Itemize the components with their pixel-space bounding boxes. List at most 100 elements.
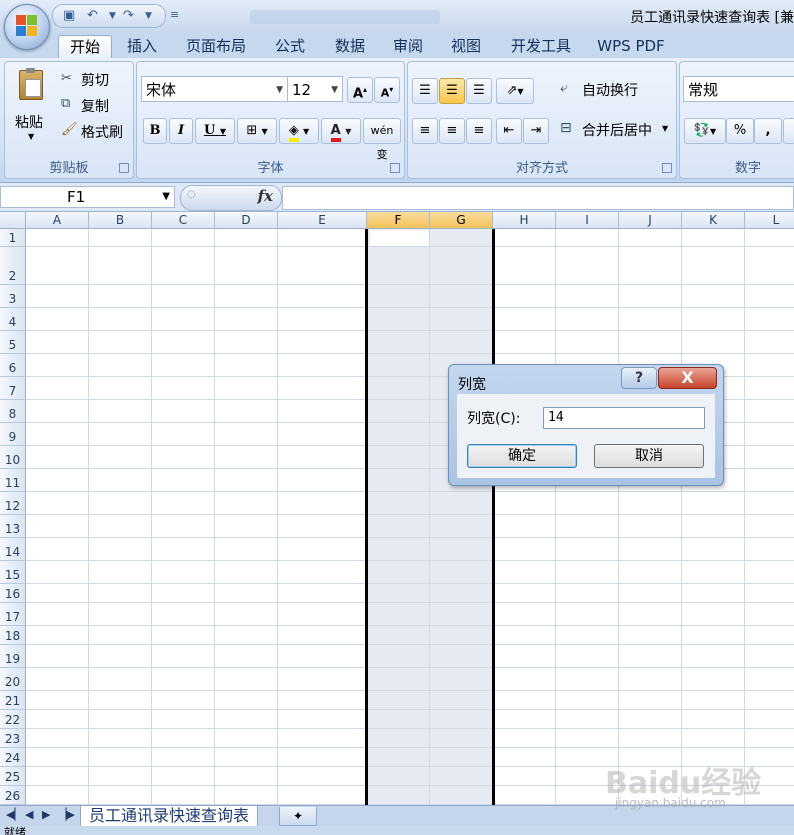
first-sheet-icon[interactable]: ◀▏ — [6, 808, 23, 821]
column-width-input[interactable]: 14 — [543, 407, 705, 429]
shrink-font-button[interactable]: A▾ — [374, 77, 400, 103]
undo-icon[interactable]: ↶ — [87, 8, 98, 23]
column-header-g[interactable]: G — [430, 212, 493, 229]
comma-button[interactable]: , — [754, 118, 782, 144]
insert-function-icon[interactable]: fx — [258, 187, 273, 205]
help-button[interactable]: ? — [621, 367, 657, 389]
office-button[interactable] — [4, 4, 50, 50]
row-header-23[interactable]: 23 — [0, 729, 26, 748]
tab-review[interactable]: 审阅 — [384, 35, 432, 58]
redo-dropdown-icon[interactable]: ▼ — [145, 11, 152, 21]
bold-button[interactable]: B — [143, 118, 167, 144]
row-header-10[interactable]: 10 — [0, 446, 26, 469]
column-header-f[interactable]: F — [367, 212, 430, 229]
name-box[interactable]: F1 ▼ — [0, 186, 175, 208]
selected-column-g[interactable] — [430, 229, 493, 805]
paste-button[interactable]: 粘贴 ▼ — [9, 66, 53, 148]
column-header-b[interactable]: B — [89, 212, 152, 229]
row-header-17[interactable]: 17 — [0, 603, 26, 626]
tab-insert[interactable]: 插入 — [118, 35, 166, 58]
tab-view[interactable]: 视图 — [442, 35, 490, 58]
formula-input[interactable] — [282, 186, 794, 210]
customize-icon[interactable]: ≡ — [170, 8, 179, 21]
clipboard-launcher-icon[interactable] — [119, 163, 129, 173]
next-sheet-icon[interactable]: ▶ — [42, 808, 50, 821]
row-header-21[interactable]: 21 — [0, 691, 26, 710]
align-right-button[interactable]: ≡ — [466, 118, 492, 144]
borders-button[interactable]: ⊞ ▼ — [237, 118, 277, 144]
tab-page-layout[interactable]: 页面布局 — [178, 35, 254, 58]
last-sheet-icon[interactable]: ▕▶ — [58, 808, 75, 821]
column-header-k[interactable]: K — [682, 212, 745, 229]
merge-center-button[interactable]: ⊟ 合并后居中 ▼ — [558, 120, 672, 142]
phonetic-button[interactable]: wén 变 — [363, 118, 401, 161]
tab-data[interactable]: 数据 — [326, 35, 374, 58]
worksheet-grid[interactable]: A B C D E F G H I J K L 1 2 3 4 5 6 7 8 9 10 11 12 13 14 15 16 17 18 1… — [0, 212, 794, 805]
font-size-combo[interactable]: 12 ▼ — [287, 76, 343, 102]
wrap-text-button[interactable]: ⤶ 自动换行 — [558, 80, 670, 102]
selected-column-f[interactable] — [367, 229, 430, 805]
font-launcher-icon[interactable] — [390, 163, 400, 173]
cut-button[interactable]: ✂ 剪切 — [59, 70, 129, 90]
column-header-l[interactable]: L — [745, 212, 794, 229]
row-header-8[interactable]: 8 — [0, 400, 26, 423]
row-header-3[interactable]: 3 — [0, 285, 26, 308]
increase-decimal-button[interactable]: ⁺ — [783, 118, 794, 144]
accounting-button[interactable]: 💱▼ — [684, 118, 726, 144]
row-header-22[interactable]: 22 — [0, 710, 26, 729]
column-header-e[interactable]: E — [278, 212, 367, 229]
italic-button[interactable]: I — [169, 118, 193, 144]
underline-button[interactable]: U ▼ — [195, 118, 235, 144]
row-header-25[interactable]: 25 — [0, 767, 26, 786]
tab-developer[interactable]: 开发工具 — [502, 35, 580, 58]
save-icon[interactable]: ▣ — [63, 8, 75, 23]
column-header-c[interactable]: C — [152, 212, 215, 229]
prev-sheet-icon[interactable]: ◀ — [25, 808, 33, 821]
percent-button[interactable]: % — [726, 118, 754, 144]
alignment-launcher-icon[interactable] — [662, 163, 672, 173]
active-cell[interactable] — [370, 230, 430, 247]
undo-dropdown-icon[interactable]: ▼ — [109, 11, 116, 21]
row-header-16[interactable]: 16 — [0, 584, 26, 603]
row-header-7[interactable]: 7 — [0, 377, 26, 400]
row-header-24[interactable]: 24 — [0, 748, 26, 767]
row-header-13[interactable]: 13 — [0, 515, 26, 538]
font-name-combo[interactable]: 宋体 ▼ — [141, 76, 288, 102]
row-header-2[interactable]: 2 — [0, 247, 26, 285]
format-painter-button[interactable]: 🖌 格式刷 — [59, 122, 131, 142]
select-all-corner[interactable] — [0, 212, 26, 229]
tab-home[interactable]: 开始 — [58, 35, 112, 59]
fill-color-button[interactable]: ◈ ▼ — [279, 118, 319, 144]
row-header-1[interactable]: 1 — [0, 229, 26, 247]
row-header-6[interactable]: 6 — [0, 354, 26, 377]
cancel-button[interactable]: 取消 — [594, 444, 704, 468]
column-header-a[interactable]: A — [26, 212, 89, 229]
row-header-4[interactable]: 4 — [0, 308, 26, 331]
close-button[interactable]: X — [658, 367, 717, 389]
row-header-11[interactable]: 11 — [0, 469, 26, 492]
number-format-combo[interactable]: 常规 — [683, 76, 794, 102]
row-header-9[interactable]: 9 — [0, 423, 26, 446]
decrease-indent-button[interactable]: ⇤ — [496, 118, 522, 144]
align-middle-button[interactable]: ☰ — [439, 78, 465, 104]
align-bottom-button[interactable]: ☰ — [466, 78, 492, 104]
font-color-button[interactable]: A ▼ — [321, 118, 361, 144]
column-header-i[interactable]: I — [556, 212, 619, 229]
row-header-26[interactable]: 26 — [0, 786, 26, 805]
row-header-20[interactable]: 20 — [0, 668, 26, 691]
column-header-h[interactable]: H — [493, 212, 556, 229]
column-header-d[interactable]: D — [215, 212, 278, 229]
grow-font-button[interactable]: A▴ — [347, 77, 373, 103]
orientation-button[interactable]: ⇗▼ — [496, 78, 534, 104]
sheet-tab-active[interactable]: 员工通讯录快速查询表 — [80, 806, 259, 827]
tab-wps-pdf[interactable]: WPS PDF — [590, 35, 672, 58]
increase-indent-button[interactable]: ⇥ — [523, 118, 549, 144]
align-left-button[interactable]: ≡ — [412, 118, 438, 144]
ok-button[interactable]: 确定 — [467, 444, 577, 468]
row-header-14[interactable]: 14 — [0, 538, 26, 561]
row-header-15[interactable]: 15 — [0, 561, 26, 584]
row-header-19[interactable]: 19 — [0, 645, 26, 668]
align-center-button[interactable]: ≡ — [439, 118, 465, 144]
row-header-12[interactable]: 12 — [0, 492, 26, 515]
row-header-5[interactable]: 5 — [0, 331, 26, 354]
